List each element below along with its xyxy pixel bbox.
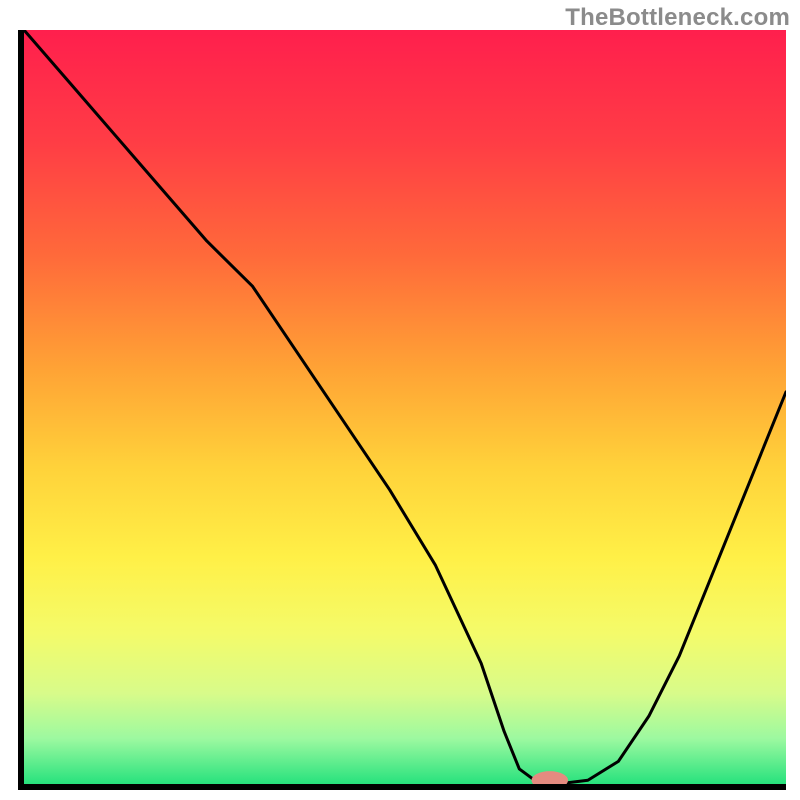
- bottleneck-chart: [18, 30, 786, 790]
- watermark: TheBottleneck.com: [565, 4, 790, 32]
- x-axis: [18, 784, 786, 790]
- y-axis: [18, 30, 24, 790]
- chart-canvas: [18, 30, 786, 790]
